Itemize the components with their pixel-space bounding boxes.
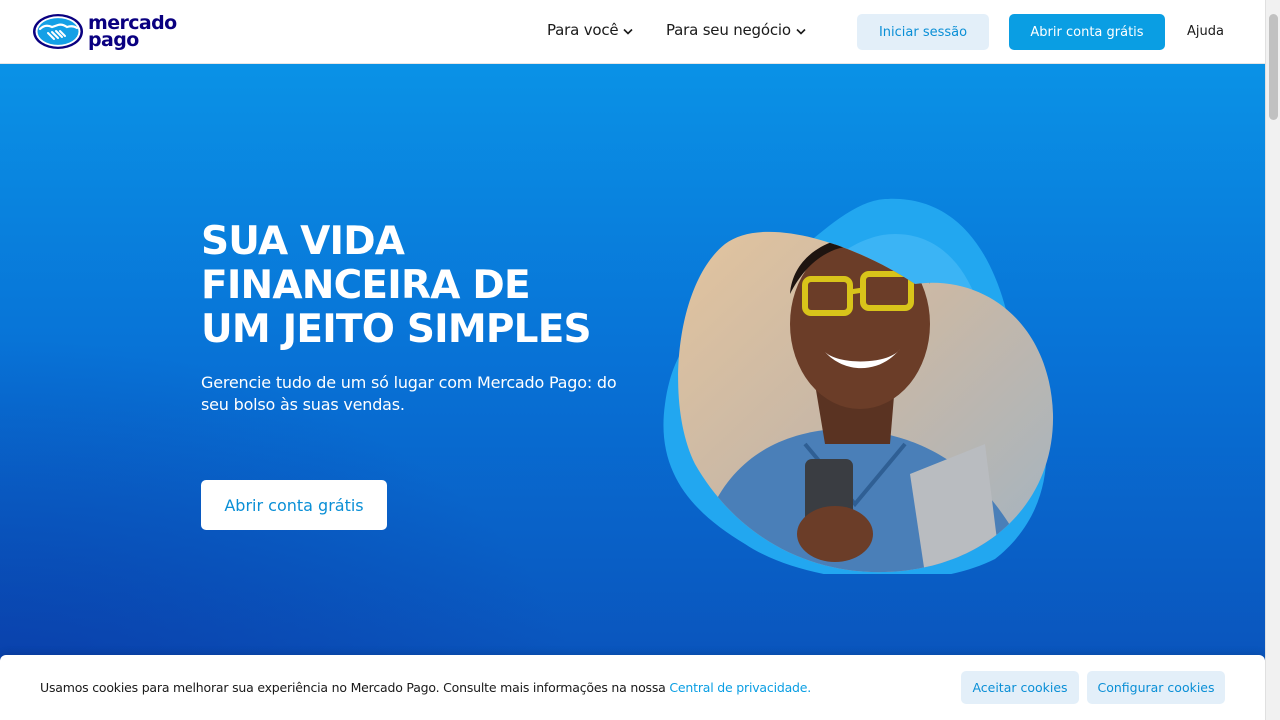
mercado-pago-logo[interactable]: mercado pago: [32, 13, 177, 50]
scrollbar-thumb[interactable]: [1269, 14, 1278, 120]
chevron-down-icon: [796, 28, 806, 35]
hero-open-account-button[interactable]: Abrir conta grátis: [201, 480, 387, 530]
cookie-message-text: Usamos cookies para melhorar sua experiê…: [40, 680, 670, 695]
top-header: mercado pago Para você Para seu negócio …: [0, 0, 1265, 64]
configure-cookies-button[interactable]: Configurar cookies: [1087, 671, 1225, 704]
accept-cookies-button[interactable]: Aceitar cookies: [961, 671, 1079, 704]
nav-para-seu-negocio-label: Para seu negócio: [666, 21, 791, 39]
logo-wordmark: mercado pago: [88, 13, 177, 51]
cookie-message: Usamos cookies para melhorar sua experiê…: [40, 680, 811, 695]
open-account-button[interactable]: Abrir conta grátis: [1009, 14, 1165, 50]
chevron-down-icon: [623, 28, 633, 35]
nav-para-seu-negocio[interactable]: Para seu negócio: [666, 21, 806, 39]
page-scrollbar[interactable]: [1265, 0, 1280, 720]
cookie-banner: Usamos cookies para melhorar sua experiê…: [0, 655, 1265, 720]
hero-title-line2: FINANCEIRA DE: [201, 263, 531, 308]
hero-illustration: [663, 198, 1054, 574]
privacy-center-link[interactable]: Central de privacidade.: [669, 680, 811, 695]
nav-para-voce-label: Para você: [547, 21, 619, 39]
help-link[interactable]: Ajuda: [1187, 24, 1224, 39]
login-button[interactable]: Iniciar sessão: [857, 14, 989, 50]
nav-para-voce[interactable]: Para você: [547, 21, 633, 39]
hero-title: SUA VIDA FINANCEIRA DE UM JEITO SIMPLES: [201, 220, 641, 352]
logo-word-pago: pago: [88, 28, 139, 51]
hero-section: SUA VIDA FINANCEIRA DE UM JEITO SIMPLES …: [0, 64, 1265, 720]
hero-title-line3: UM JEITO SIMPLES: [201, 307, 592, 352]
hero-title-line1: SUA VIDA: [201, 219, 405, 264]
handshake-icon: [33, 14, 83, 49]
hero-subtitle: Gerencie tudo de um só lugar com Mercado…: [201, 373, 617, 414]
